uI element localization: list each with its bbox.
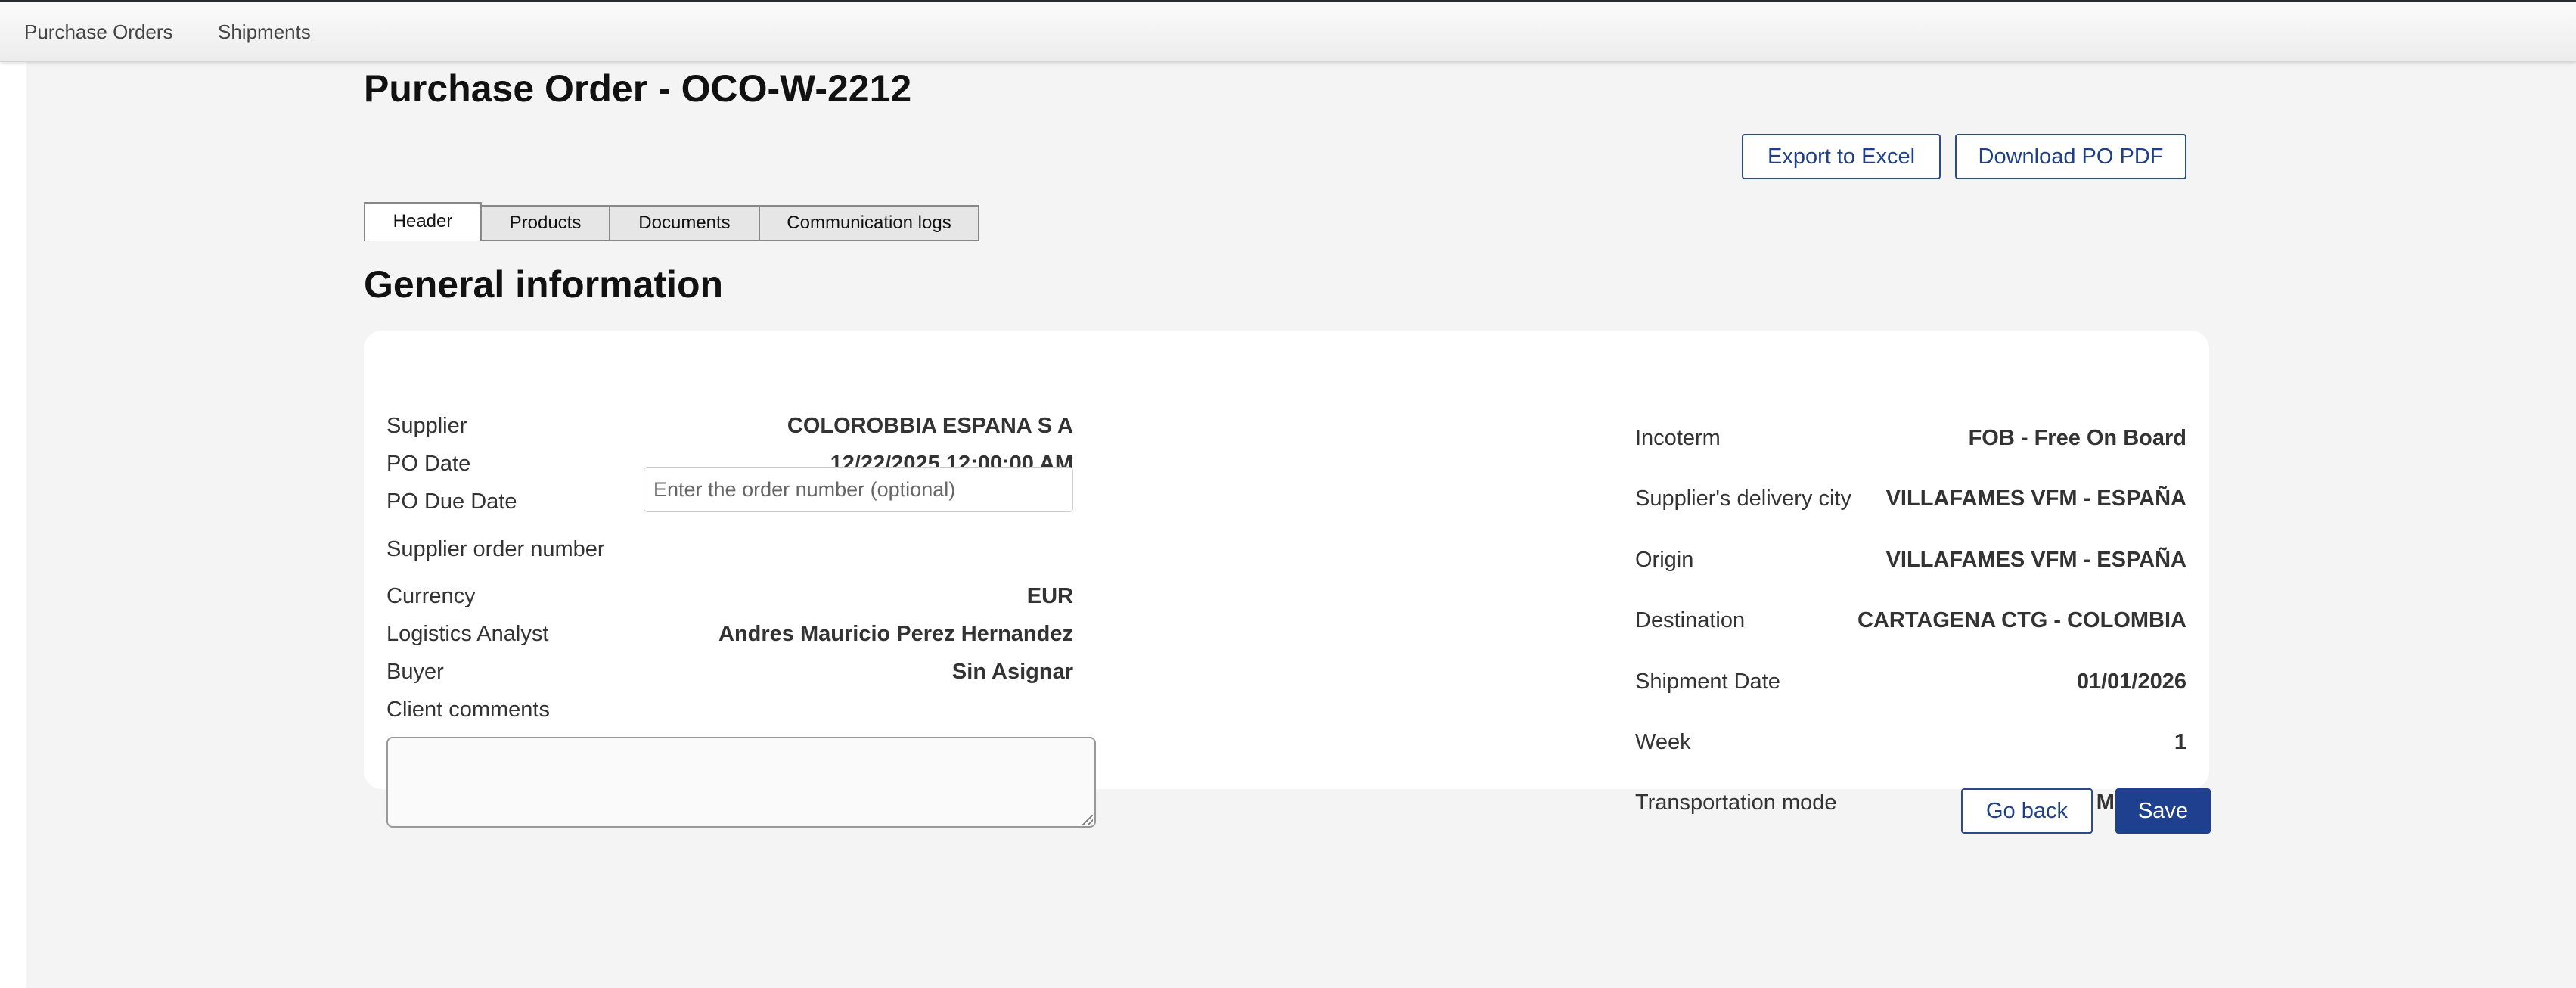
supplier-order-number-label: Supplier order number [386,537,605,561]
delivery-city-value: VILLAFAMES VFM - ESPAÑA [1885,486,2186,511]
po-due-date-label: PO Due Date [386,489,517,514]
client-comments-textarea[interactable] [386,737,1096,828]
page-title: Purchase Order - OCO-W-2212 [364,67,912,110]
destination-value: CARTAGENA CTG - COLOMBIA [1858,608,2186,632]
origin-label: Origin [1635,548,1694,572]
currency-value: EUR [1026,584,1073,608]
incoterm-label: Incoterm [1635,426,1721,450]
destination-label: Destination [1635,608,1746,632]
buyer-value: Sin Asignar [951,660,1073,684]
tab-header[interactable]: Header [364,202,482,241]
top-navigation-bar: Purchase Orders Shipments [0,0,2576,62]
nav-item-purchase-orders[interactable]: Purchase Orders [24,20,173,44]
supplier-order-number-input[interactable] [644,467,1073,512]
tab-products[interactable]: Products [480,205,610,241]
transportation-mode-label: Transportation mode [1635,791,1837,815]
tab-communication-logs[interactable]: Communication logs [759,205,979,241]
origin-value: VILLAFAMES VFM - ESPAÑA [1885,548,2186,572]
buyer-label: Buyer [386,660,444,684]
delivery-city-label: Supplier's delivery city [1635,486,1851,511]
client-comments-label: Client comments [386,698,550,722]
section-title: General information [364,263,724,306]
download-po-pdf-button[interactable]: Download PO PDF [1955,134,2186,179]
week-value: 1 [2174,730,2186,754]
currency-label: Currency [386,584,476,608]
logistics-analyst-value: Andres Mauricio Perez Hernandez [718,622,1073,646]
tab-documents[interactable]: Documents [609,205,760,241]
shipment-date-label: Shipment Date [1635,670,1780,694]
export-to-excel-button[interactable]: Export to Excel [1742,134,1941,179]
save-button[interactable]: Save [2115,788,2211,834]
main-content: Purchase Order - OCO-W-2212 Export to Ex… [26,62,2576,988]
logistics-analyst-label: Logistics Analyst [386,622,549,646]
resize-grip-icon[interactable] [1082,815,1093,825]
nav-item-shipments[interactable]: Shipments [218,20,311,44]
incoterm-value: FOB - Free On Board [1968,426,2186,450]
po-date-label: PO Date [386,452,471,476]
general-information-card: Supplier COLOROBBIA ESPANA S A PO Date 1… [364,331,2209,828]
shipment-date-value: 01/01/2026 [2076,670,2186,694]
supplier-value: COLOROBBIA ESPANA S A [787,414,1073,438]
go-back-button[interactable]: Go back [1961,788,2093,834]
week-label: Week [1635,730,1691,754]
supplier-label: Supplier [386,414,467,438]
